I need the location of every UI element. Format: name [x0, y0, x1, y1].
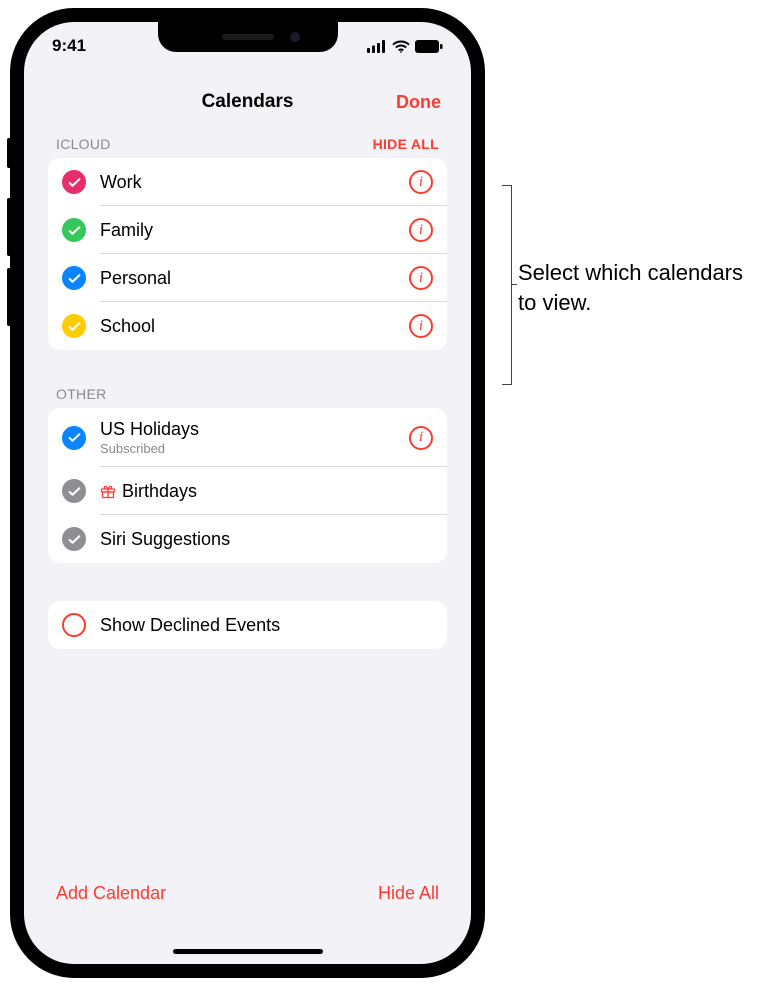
calendar-row-birthdays[interactable]: Birthdays: [48, 467, 447, 515]
calendar-label: Siri Suggestions: [100, 529, 433, 550]
info-icon[interactable]: i: [409, 170, 433, 194]
checkmark-icon: [62, 218, 86, 242]
show-declined-row[interactable]: Show Declined Events: [48, 601, 447, 649]
done-button[interactable]: Done: [396, 92, 441, 113]
power-button[interactable]: [480, 254, 485, 354]
sheet-header: Calendars Done: [38, 76, 457, 128]
mute-switch[interactable]: [7, 138, 12, 168]
calendar-label: Work: [100, 172, 409, 193]
calendar-subtitle: Subscribed: [100, 441, 409, 456]
home-indicator[interactable]: [173, 949, 323, 954]
calendar-label: Personal: [100, 268, 409, 289]
checkmark-icon: [62, 426, 86, 450]
wifi-icon: [392, 40, 410, 53]
calendar-label: Family: [100, 220, 409, 241]
checkmark-icon: [62, 479, 86, 503]
callout-tick: [511, 284, 517, 285]
declined-list: Show Declined Events: [48, 601, 447, 649]
calendar-label: Birthdays: [100, 481, 433, 502]
calendars-sheet: Calendars Done ICLOUD HIDE ALL Work i Fa…: [38, 76, 457, 946]
calendar-row-work[interactable]: Work i: [48, 158, 447, 206]
calendar-row-personal[interactable]: Personal i: [48, 254, 447, 302]
info-icon[interactable]: i: [409, 266, 433, 290]
hide-all-button[interactable]: Hide All: [378, 883, 439, 904]
info-icon[interactable]: i: [409, 218, 433, 242]
notch: [158, 22, 338, 52]
unchecked-circle-icon: [62, 613, 86, 637]
other-list: US Holidays Subscribed i Birthdays Siri …: [48, 408, 447, 563]
info-icon[interactable]: i: [409, 426, 433, 450]
volume-up-button[interactable]: [7, 198, 12, 256]
calendar-label: US Holidays: [100, 419, 409, 440]
callout-bracket: [488, 185, 512, 385]
checkmark-icon: [62, 170, 86, 194]
icloud-section-header: ICLOUD HIDE ALL: [38, 128, 457, 158]
sheet-title: Calendars: [202, 91, 294, 113]
icloud-hide-all-button[interactable]: HIDE ALL: [373, 136, 439, 152]
calendar-row-holidays[interactable]: US Holidays Subscribed i: [48, 408, 447, 467]
icloud-list: Work i Family i Personal i School i: [48, 158, 447, 350]
sheet-footer: Add Calendar Hide All: [38, 867, 457, 946]
add-calendar-button[interactable]: Add Calendar: [56, 883, 166, 904]
cellular-icon: [367, 40, 387, 53]
sheet-background: Calendars Done ICLOUD HIDE ALL Work i Fa…: [32, 70, 463, 952]
gift-icon: [100, 483, 116, 499]
other-section-header: OTHER: [38, 378, 457, 408]
phone-screen: 9:41 Calendars Done ICLOUD HIDE ALL Work: [24, 22, 471, 964]
other-label: OTHER: [56, 386, 107, 402]
info-icon[interactable]: i: [409, 314, 433, 338]
volume-down-button[interactable]: [7, 268, 12, 326]
status-time: 9:41: [52, 36, 86, 56]
phone-frame: 9:41 Calendars Done ICLOUD HIDE ALL Work: [10, 8, 485, 978]
declined-label: Show Declined Events: [100, 615, 433, 636]
calendar-label: School: [100, 316, 409, 337]
checkmark-icon: [62, 266, 86, 290]
calendar-row-family[interactable]: Family i: [48, 206, 447, 254]
status-icons: [367, 40, 443, 53]
icloud-label: ICLOUD: [56, 136, 111, 152]
callout-text: Select which calendars to view.: [518, 258, 766, 317]
calendar-row-school[interactable]: School i: [48, 302, 447, 350]
checkmark-icon: [62, 527, 86, 551]
battery-icon: [415, 40, 443, 53]
checkmark-icon: [62, 314, 86, 338]
calendar-row-siri[interactable]: Siri Suggestions: [48, 515, 447, 563]
